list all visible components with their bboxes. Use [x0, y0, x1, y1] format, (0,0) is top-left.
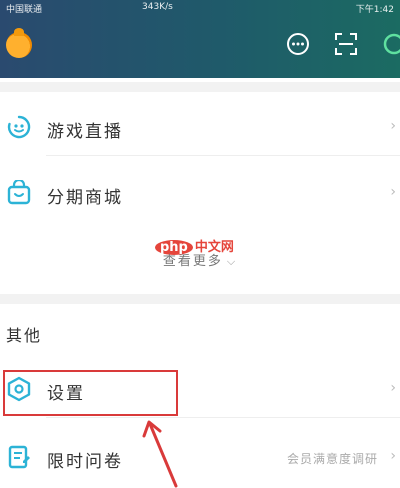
highlight-box [3, 370, 178, 416]
menu-item-label: 分期商城 [47, 188, 123, 208]
carrier-name: 中国联通 [6, 5, 43, 15]
shopping-bag-icon [6, 178, 32, 206]
scan-icon[interactable] [332, 30, 360, 58]
row-divider [46, 155, 400, 156]
menu-item-label: 游戏直播 [47, 122, 123, 142]
chevron-right-icon: › [390, 118, 396, 134]
status-bar: 中国联通 343K/s 下午1:42 [0, 0, 400, 16]
see-more-button[interactable]: 查看更多 ⌵ [0, 250, 400, 269]
row-divider [46, 417, 400, 418]
chat-bubble-icon[interactable] [284, 30, 312, 58]
menu-item-game-live[interactable]: 游戏直播 › [0, 100, 400, 156]
questionnaire-hint: 会员满意度调研 [286, 452, 378, 466]
chevron-right-icon: › [390, 380, 396, 396]
section-title-others: 其他 [6, 326, 43, 345]
top-header: 中国联通 343K/s 下午1:42 [0, 0, 400, 78]
game-live-icon [6, 114, 32, 140]
status-time: 下午1:42 [355, 5, 394, 15]
see-more-label: 查看更多 [162, 254, 223, 269]
menu-item-label: 限时问卷 [47, 452, 123, 472]
network-speed: 343K/s [142, 2, 173, 12]
questionnaire-icon [6, 444, 32, 470]
partial-header-icon[interactable] [380, 30, 400, 58]
menu-item-questionnaire[interactable]: 限时问卷 会员满意度调研 › [0, 430, 400, 486]
orange-avatar-icon[interactable] [6, 28, 32, 58]
chevron-right-icon: › [390, 184, 396, 200]
menu-item-installment-mall[interactable]: 分期商城 › [0, 166, 400, 222]
red-arrow-annotation [140, 418, 200, 488]
chevron-down-icon: ⌵ [226, 255, 238, 268]
chevron-right-icon: › [390, 448, 396, 464]
section-separator [0, 294, 400, 304]
section-separator [0, 82, 400, 92]
